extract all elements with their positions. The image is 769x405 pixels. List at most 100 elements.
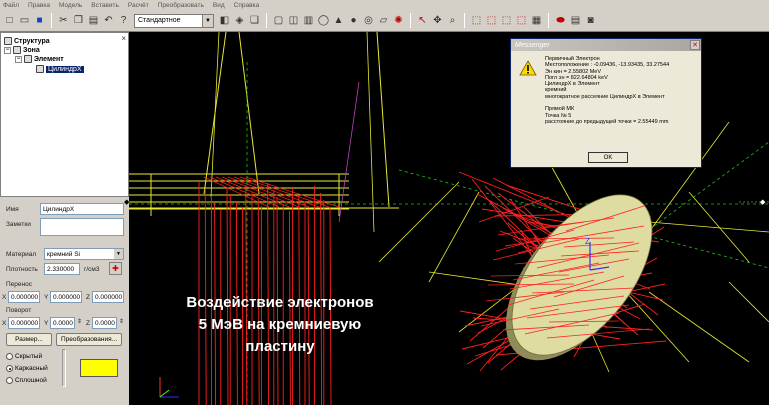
view-side-icon[interactable]: ⬚: [485, 14, 498, 27]
menu-edit[interactable]: Правка: [28, 2, 50, 9]
transfer-label: Перенос: [6, 281, 32, 288]
material-select[interactable]: кремний Si ▼: [44, 248, 124, 260]
ty-input[interactable]: 0.000000: [50, 291, 82, 303]
menu-view[interactable]: Вид: [213, 2, 225, 9]
material-label: Материал: [6, 251, 37, 258]
undo-icon[interactable]: ↶: [102, 14, 115, 27]
dialog-title: Messenger: [515, 41, 550, 49]
caption-line-1: Воздействие электронов: [186, 294, 374, 311]
camera-icon[interactable]: ◙: [584, 14, 597, 27]
cone-icon[interactable]: ▲: [332, 14, 345, 27]
name-input[interactable]: ЦилиндрХ: [40, 203, 124, 215]
menu-calc[interactable]: Расчёт: [128, 2, 149, 9]
box-icon[interactable]: ▢: [272, 14, 285, 27]
view-all-icon[interactable]: ▦: [530, 14, 543, 27]
rz-input[interactable]: 0.0000: [92, 317, 117, 329]
material-library-icon[interactable]: ✚: [109, 262, 122, 275]
radio-dot[interactable]: [6, 377, 13, 384]
menu-insert[interactable]: Вставить: [91, 2, 119, 9]
tree-node-element[interactable]: − Элемент: [15, 55, 64, 63]
splitter-arrow-icon[interactable]: ◆: [760, 198, 765, 206]
toolbar: □ ▭ ■ ✂ ❐ ▤ ↶ ? Стандартное ▼ ◧ ◈ ❏ ▢ ◫ …: [0, 10, 769, 32]
copy-icon[interactable]: ❐: [72, 14, 85, 27]
add-element-icon[interactable]: ◈: [233, 14, 246, 27]
view-front-icon[interactable]: ⬚: [470, 14, 483, 27]
transform-button[interactable]: Преобразования...: [56, 333, 122, 346]
geometry-edge: [210, 32, 220, 198]
ry-input[interactable]: 0.0000: [50, 317, 75, 329]
select-icon[interactable]: ↖: [416, 14, 429, 27]
view-iso-icon[interactable]: ⬚: [515, 14, 528, 27]
messenger-dialog: Messenger ✕ Первичный Электрон Местополож…: [510, 38, 702, 168]
close-icon[interactable]: ✕: [690, 40, 700, 50]
notes-input[interactable]: [40, 218, 124, 236]
element-icon: [24, 55, 32, 63]
ok-button[interactable]: OK: [588, 152, 628, 163]
caption-line-2: 5 МэВ на кремниевую: [198, 316, 362, 333]
help-icon[interactable]: ?: [117, 14, 130, 27]
chevron-down-icon[interactable]: ▼: [202, 14, 213, 27]
radio-dot-selected[interactable]: [6, 365, 13, 372]
save-icon[interactable]: ■: [33, 14, 46, 27]
duplicate-icon[interactable]: ❏: [248, 14, 261, 27]
add-zone-icon[interactable]: ◧: [218, 14, 231, 27]
zoom-icon[interactable]: ⌕: [446, 14, 459, 27]
electron-track: [338, 81, 360, 223]
tz-label: Z: [86, 294, 90, 301]
source-icon[interactable]: ✺: [392, 14, 405, 27]
caption-overlay: Воздействие электронов 5 МэВ на кремниев…: [135, 292, 425, 358]
radio-dot[interactable]: [6, 353, 13, 360]
properties-panel: Имя ЦилиндрХ Заметки Материал кремний Si…: [0, 197, 129, 405]
menu-bar: Файл Правка Модель Вставить Расчёт Преоб…: [0, 0, 769, 10]
tree-node-structure[interactable]: Структура: [4, 37, 50, 45]
toolbar-separator: [548, 13, 549, 28]
menu-transform[interactable]: Преобразовать: [158, 2, 204, 9]
rz-spin-icon[interactable]: ⇕: [119, 318, 124, 325]
cut-icon[interactable]: ✂: [57, 14, 70, 27]
open-folder-icon[interactable]: ▭: [18, 14, 31, 27]
paste-icon[interactable]: ▤: [87, 14, 100, 27]
sphere-icon[interactable]: ●: [347, 14, 360, 27]
new-file-icon[interactable]: □: [3, 14, 16, 27]
structure-icon: [4, 37, 12, 45]
cube-icon[interactable]: ◫: [287, 14, 300, 27]
view-top-icon[interactable]: ⬚: [500, 14, 513, 27]
run-icon[interactable]: ⬬: [554, 14, 567, 27]
mode-select[interactable]: Стандартное ▼: [134, 13, 214, 28]
material-value: кремний Si: [47, 250, 80, 258]
tree-node-zone[interactable]: − Зона: [4, 46, 40, 54]
tube-icon[interactable]: ◯: [317, 14, 330, 27]
menu-model[interactable]: Модель: [59, 2, 82, 9]
collapse-icon[interactable]: −: [15, 55, 22, 63]
density-input[interactable]: 2.330000: [44, 263, 80, 275]
torus-icon[interactable]: ◎: [362, 14, 375, 27]
warning-icon: [519, 60, 537, 76]
radio-wireframe[interactable]: Каркасный: [6, 365, 48, 372]
color-swatch[interactable]: [80, 359, 118, 377]
menu-help[interactable]: Справка: [234, 2, 260, 9]
ry-spin-icon[interactable]: ⇕: [77, 318, 82, 325]
cylinder-icon[interactable]: ▥: [302, 14, 315, 27]
plane-icon[interactable]: ▱: [377, 14, 390, 27]
dialog-title-bar: Messenger ✕: [511, 39, 701, 51]
chevron-down-icon[interactable]: ▼: [114, 249, 123, 259]
geometry-edge: [428, 191, 480, 283]
radio-hidden[interactable]: Скрытый: [6, 353, 42, 360]
collapse-icon[interactable]: −: [4, 46, 11, 54]
tx-input[interactable]: 0.000000: [8, 291, 40, 303]
ry-label: Y: [44, 320, 49, 327]
toolbar-separator: [464, 13, 465, 28]
notes-label: Заметки: [6, 221, 31, 228]
close-icon[interactable]: ×: [121, 34, 126, 43]
table-icon[interactable]: ▤: [569, 14, 582, 27]
tz-input[interactable]: 0.000000: [92, 291, 124, 303]
radio-solid[interactable]: Сплошной: [6, 377, 47, 384]
rx-input[interactable]: 0.000000: [8, 317, 40, 329]
dialog-message-line: расстояние до предыдущей точки = 2.55449…: [545, 118, 669, 125]
size-button[interactable]: Размер...: [6, 333, 52, 346]
geometry-edge: [648, 291, 750, 363]
tree-node-cylinder[interactable]: ЦилиндрХ: [36, 65, 84, 73]
move-icon[interactable]: ✥: [431, 14, 444, 27]
rx-label: X: [2, 320, 7, 327]
menu-file[interactable]: Файл: [3, 2, 19, 9]
